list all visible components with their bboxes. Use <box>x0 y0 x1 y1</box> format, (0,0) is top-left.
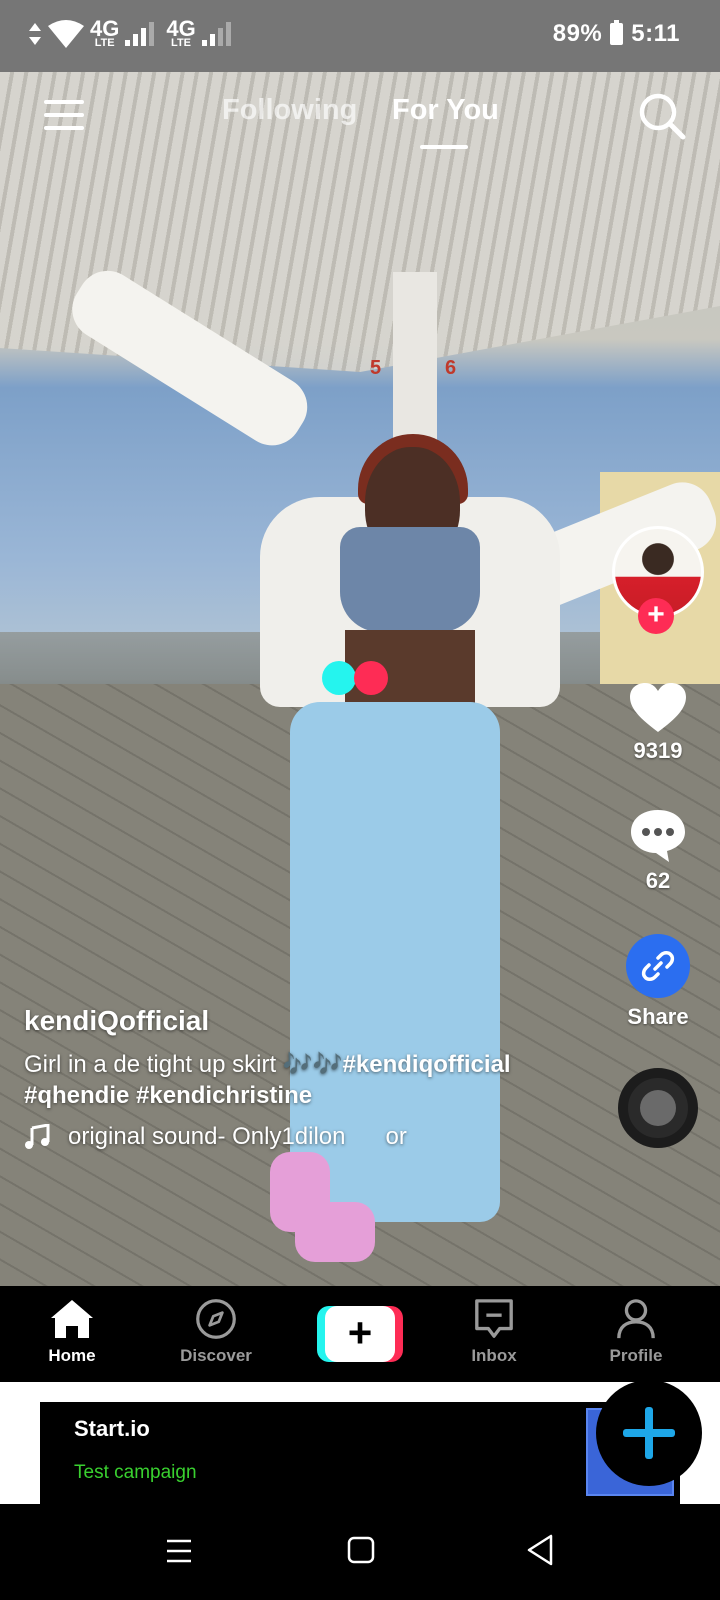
music-note-icon <box>25 1124 50 1149</box>
recents-menu-icon[interactable] <box>166 1538 192 1564</box>
comment-count: 62 <box>645 868 671 893</box>
share-button[interactable]: Share <box>612 934 704 1030</box>
nav-discover[interactable]: Discover <box>166 1298 266 1366</box>
heart-icon <box>630 683 686 732</box>
network-type-2: 4G LTE <box>166 16 196 49</box>
sound-row[interactable]: original sound- Only1dilon or <box>24 1123 604 1151</box>
active-tab-indicator <box>420 145 468 149</box>
cyan-dot-icon <box>322 661 356 695</box>
tab-following[interactable]: Following <box>222 94 357 127</box>
follow-plus-button[interactable]: + <box>638 598 674 634</box>
nav-discover-label: Discover <box>180 1346 252 1365</box>
network-type-1: 4G LTE <box>90 16 120 49</box>
share-circle <box>626 934 690 998</box>
create-button[interactable]: + <box>317 1306 403 1362</box>
status-bar: 4G LTE 4G LTE 89% 5:11 <box>0 0 720 72</box>
plus-icon: + <box>325 1306 395 1362</box>
status-right: 89% 5:11 <box>553 20 680 48</box>
blue-top <box>340 527 480 632</box>
like-button[interactable]: 9319 <box>612 682 704 764</box>
floating-add-button[interactable] <box>596 1380 702 1486</box>
bottom-nav: Home Discover + Inbox Profile <box>0 1286 720 1382</box>
inbox-icon <box>475 1299 513 1338</box>
compass-icon <box>196 1299 236 1339</box>
nav-profile[interactable]: Profile <box>586 1298 686 1366</box>
video-caption: kendiQofficial Girl in a de tight up ski… <box>24 1005 604 1151</box>
ad-banner[interactable]: Start.io Test campaign <box>40 1402 680 1504</box>
signal-bars-1-icon <box>125 21 155 46</box>
tab-for-you[interactable]: For You <box>392 94 499 127</box>
link-icon <box>641 951 675 981</box>
nav-inbox[interactable]: Inbox <box>444 1298 544 1366</box>
hashtag[interactable]: #kendiqofficial <box>343 1051 511 1078</box>
comment-button[interactable]: 62 <box>612 808 704 894</box>
hashtag[interactable]: #kendichristine <box>136 1082 312 1109</box>
share-label: Share <box>627 1004 689 1029</box>
data-arrows-icon <box>29 22 41 45</box>
battery-icon <box>610 20 624 45</box>
comment-icon <box>631 810 685 862</box>
nav-inbox-label: Inbox <box>471 1346 517 1365</box>
ad-subtitle: Test campaign <box>74 1462 197 1483</box>
sound-name-scroll: or <box>385 1123 407 1150</box>
nav-home-label: Home <box>48 1346 96 1365</box>
signal-group: 4G LTE 4G LTE <box>28 18 237 49</box>
description-text: Girl in a de tight up skirt 🎶🎶 <box>24 1051 343 1078</box>
profile-icon <box>617 1299 655 1339</box>
like-count: 9319 <box>633 738 683 763</box>
search-icon[interactable] <box>638 92 686 140</box>
hamburger-icon[interactable] <box>44 100 84 130</box>
home-square-icon[interactable] <box>347 1536 375 1564</box>
video-description: Girl in a de tight up skirt 🎶🎶#kendiqoff… <box>24 1049 604 1111</box>
home-icon <box>51 1300 93 1338</box>
sound-name: original sound- Only1dilon <box>68 1123 346 1150</box>
ad-title: Start.io <box>74 1416 150 1441</box>
music-disc[interactable] <box>618 1068 698 1148</box>
hashtag[interactable]: #qhendie <box>24 1082 129 1109</box>
battery-percent: 89% <box>552 20 603 47</box>
clock: 5:11 <box>631 20 680 47</box>
back-triangle-icon[interactable] <box>526 1534 554 1566</box>
nav-profile-label: Profile <box>609 1346 663 1365</box>
plus-icon <box>623 1407 675 1459</box>
loading-indicator <box>322 661 392 695</box>
red-dot-icon <box>354 661 388 695</box>
system-nav-bar <box>0 1504 720 1600</box>
wifi-icon <box>48 19 84 48</box>
signal-bars-2-icon <box>201 21 231 46</box>
top-nav: Following For You <box>0 72 720 162</box>
right-shoe <box>295 1202 375 1262</box>
nav-home[interactable]: Home <box>22 1298 122 1366</box>
creator-username[interactable]: kendiQofficial <box>24 1005 604 1037</box>
